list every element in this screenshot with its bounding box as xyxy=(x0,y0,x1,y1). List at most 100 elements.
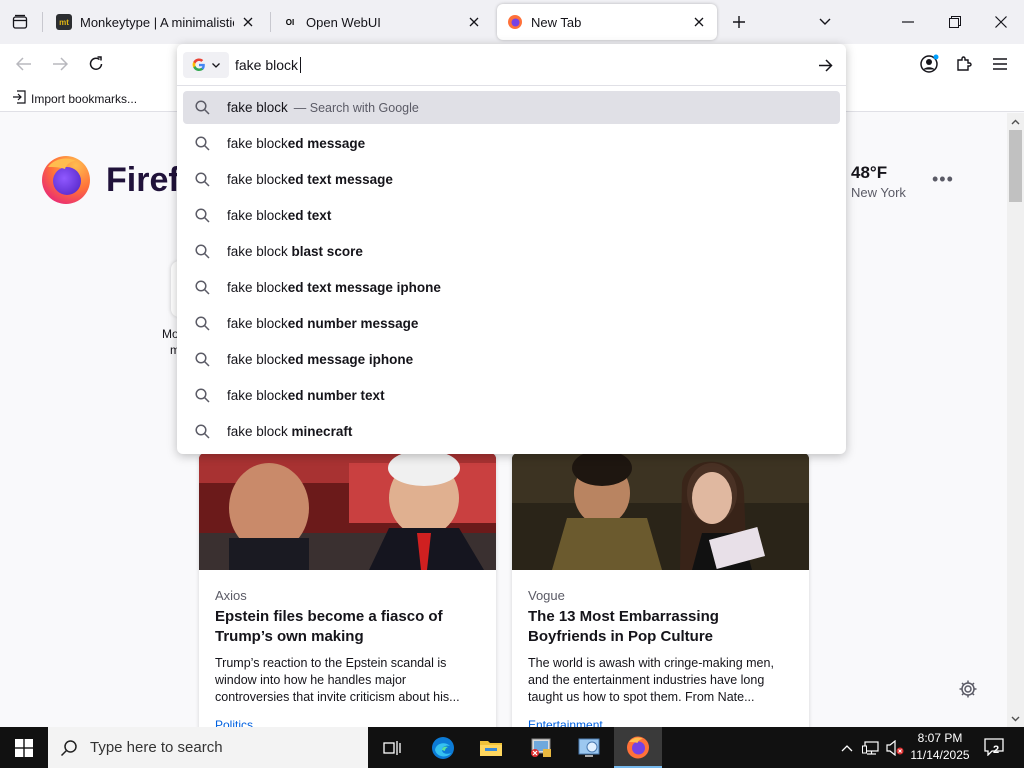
suggestion-action: — Search with Google xyxy=(293,100,419,115)
firefox-favicon-icon xyxy=(507,14,523,30)
tab-monkeytype[interactable]: mt Monkeytype | A minimalistic, customiz… xyxy=(46,4,266,40)
suggestion-typed-text: fake block xyxy=(227,316,288,331)
file-explorer-icon[interactable] xyxy=(467,727,515,768)
scroll-down-arrow-icon[interactable] xyxy=(1007,710,1024,727)
suggestion-typed-text: fake block xyxy=(227,388,288,403)
search-icon xyxy=(193,243,211,261)
edge-browser-icon[interactable] xyxy=(419,727,467,768)
suggestion-typed-text: fake block xyxy=(227,136,288,151)
search-suggestion[interactable]: fake block ed number message xyxy=(183,307,840,340)
suggestion-completion: ed text xyxy=(287,208,332,223)
tab-title: New Tab xyxy=(531,14,582,30)
close-tab-icon[interactable] xyxy=(466,14,482,30)
scroll-up-arrow-icon[interactable] xyxy=(1007,113,1024,130)
show-hidden-icons-chevron-icon[interactable] xyxy=(837,738,857,758)
google-g-icon xyxy=(192,58,205,71)
address-bar-popup: fake block fake block — Search with Googl… xyxy=(177,44,846,454)
search-icon xyxy=(193,171,211,189)
suggestion-completion: blast score xyxy=(291,244,363,259)
task-view-icon[interactable] xyxy=(368,727,416,768)
chevron-down-icon xyxy=(212,62,220,68)
suggestion-completion: ed message xyxy=(287,136,366,151)
search-icon xyxy=(193,351,211,369)
search-engine-button[interactable] xyxy=(183,52,229,78)
control-panel-icon[interactable] xyxy=(517,727,565,768)
close-window-icon[interactable] xyxy=(991,12,1011,32)
story-category[interactable]: Politics xyxy=(215,718,253,727)
story-headline[interactable]: The 13 Most Embarrassing Boyfriends in P… xyxy=(528,607,798,647)
story-category[interactable]: Entertainment xyxy=(528,718,603,727)
search-suggestion[interactable]: fake block minecraft xyxy=(183,415,840,448)
close-tab-icon[interactable] xyxy=(240,14,256,30)
suggestion-completion: ed text message xyxy=(287,172,393,187)
import-icon xyxy=(12,90,26,107)
search-icon xyxy=(193,135,211,153)
story-source: Axios xyxy=(215,588,247,603)
address-bar-value: fake block xyxy=(235,57,299,73)
story-card[interactable]: Vogue The 13 Most Embarrassing Boyfriend… xyxy=(512,453,809,727)
reload-icon[interactable] xyxy=(84,52,108,76)
suggestion-completion: ed number message xyxy=(287,316,419,331)
story-image xyxy=(512,453,809,570)
remote-desktop-icon[interactable] xyxy=(565,727,613,768)
search-suggestion[interactable]: fake block blast score xyxy=(183,235,840,268)
weather-temperature[interactable]: 48°F xyxy=(851,163,887,183)
tab-open-webui[interactable]: OI Open WebUI xyxy=(272,4,492,40)
suggestion-typed-text: fake block xyxy=(227,172,288,187)
weather-city[interactable]: New York xyxy=(851,185,906,200)
tab-separator xyxy=(270,12,271,32)
search-icon xyxy=(60,739,77,756)
search-suggestion[interactable]: fake block ed message xyxy=(183,127,840,160)
search-suggestion[interactable]: fake block ed text xyxy=(183,199,840,232)
story-headline[interactable]: Epstein files become a fiasco of Trump’s… xyxy=(215,607,485,647)
page-scrollbar[interactable] xyxy=(1007,113,1024,727)
search-suggestion[interactable]: fake block ed message iphone xyxy=(183,343,840,376)
tab-title: Monkeytype | A minimalistic, customizabl… xyxy=(80,14,234,30)
firefox-taskbar-icon[interactable] xyxy=(614,727,662,768)
menu-hamburger-icon[interactable] xyxy=(988,52,1012,76)
address-bar-input[interactable]: fake block xyxy=(235,57,302,73)
clock-date: 11/14/2025 xyxy=(910,748,970,762)
open-webui-favicon-icon: OI xyxy=(285,17,295,27)
list-all-tabs-chevron-icon[interactable] xyxy=(815,12,835,32)
firefox-view-icon[interactable] xyxy=(8,10,32,34)
network-icon[interactable] xyxy=(861,738,881,758)
suggestion-typed-text: fake block xyxy=(227,100,288,115)
suggestion-typed-text: fake block xyxy=(227,352,288,367)
suggestion-typed-text: fake block xyxy=(227,424,292,439)
minimize-icon[interactable] xyxy=(898,12,918,32)
account-icon[interactable] xyxy=(917,52,941,76)
search-suggestion[interactable]: fake block — Search with Google xyxy=(183,91,840,124)
scroll-thumb[interactable] xyxy=(1009,130,1022,202)
weather-more-options-icon[interactable]: ••• xyxy=(932,169,954,190)
taskbar-search-placeholder: Type here to search xyxy=(90,739,223,756)
story-summary: The world is awash with cringe-making me… xyxy=(528,656,774,704)
search-suggestion[interactable]: fake block ed number text xyxy=(183,379,840,412)
start-button[interactable] xyxy=(0,727,48,768)
volume-muted-icon[interactable] xyxy=(885,738,905,758)
firefox-wordmark: Firef xyxy=(106,161,180,199)
tab-new-tab[interactable]: New Tab xyxy=(497,4,717,40)
restore-icon[interactable] xyxy=(945,12,965,32)
extensions-puzzle-icon[interactable] xyxy=(952,52,976,76)
text-caret xyxy=(300,57,302,73)
address-bar[interactable]: fake block xyxy=(177,44,846,86)
system-clock[interactable]: 8:07 PM 11/14/2025 xyxy=(905,730,975,764)
tab-title: Open WebUI xyxy=(306,14,381,30)
search-icon xyxy=(193,279,211,297)
suggestion-completion: ed text message iphone xyxy=(287,280,441,295)
taskbar-search-box[interactable]: Type here to search xyxy=(48,727,368,768)
search-suggestion[interactable]: fake block ed text message xyxy=(183,163,840,196)
story-card[interactable]: Axios Epstein files become a fiasco of T… xyxy=(199,453,496,727)
search-suggestion[interactable]: fake block ed text message iphone xyxy=(183,271,840,304)
notification-count-badge: 2 xyxy=(993,744,1000,756)
windows-taskbar: Type here to search 8:07 PM 11/14/2025 2 xyxy=(0,727,1024,768)
back-arrow-icon[interactable] xyxy=(12,52,36,76)
import-bookmarks-button[interactable]: Import bookmarks... xyxy=(12,90,137,107)
close-tab-icon[interactable] xyxy=(691,14,707,30)
forward-arrow-icon[interactable] xyxy=(48,52,72,76)
suggestion-completion: ed message iphone xyxy=(287,352,414,367)
new-tab-plus-icon[interactable] xyxy=(729,12,749,32)
go-arrow-icon[interactable] xyxy=(814,54,836,76)
customize-gear-icon[interactable] xyxy=(958,679,978,699)
